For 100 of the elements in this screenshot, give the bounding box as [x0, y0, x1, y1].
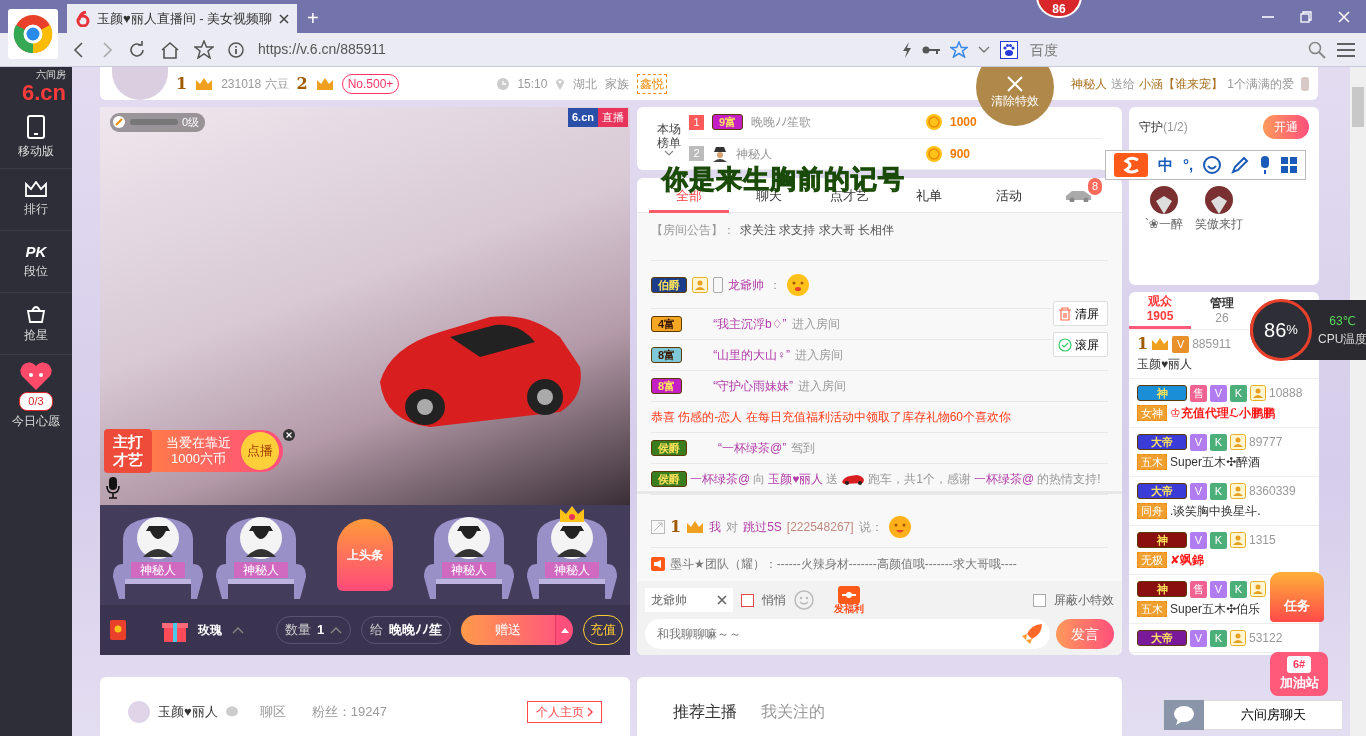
- open-guard-button[interactable]: 开通: [1263, 115, 1309, 139]
- welfare-packet-icon[interactable]: [838, 586, 860, 604]
- url-field[interactable]: https://v.6.cn/885911: [258, 39, 386, 60]
- promo-banner[interactable]: 当爱在靠近 1000六币 点播: [152, 430, 283, 472]
- checkbox[interactable]: [1033, 593, 1046, 607]
- home-icon[interactable]: [160, 40, 180, 59]
- action-text: 进入房间: [798, 378, 847, 395]
- message-field[interactable]: 和我聊聊嘛～～: [645, 619, 1050, 649]
- song-price: 1000六币: [170, 451, 227, 467]
- checkbox[interactable]: [741, 593, 754, 607]
- scrollbar-thumb[interactable]: [1352, 87, 1364, 127]
- paw-icon[interactable]: [1000, 40, 1018, 59]
- audience-tab[interactable]: 管理 26: [1191, 292, 1253, 329]
- family-tag[interactable]: 鑫悦: [637, 73, 668, 94]
- star-icon[interactable]: [950, 41, 968, 58]
- seat-name[interactable]: 神秘人: [130, 562, 185, 578]
- recommend-tab[interactable]: 我关注的: [753, 700, 833, 724]
- user-name[interactable]: Super五木✣伯乐: [1170, 600, 1261, 618]
- user-name[interactable]: 一杯绿茶@: [974, 470, 1035, 488]
- user-name[interactable]: 玉颜♥丽人: [768, 470, 824, 488]
- task-button[interactable]: 任务: [1270, 572, 1324, 622]
- user-name[interactable]: .谈笑胸中换星斗.: [1170, 502, 1261, 520]
- car-icon[interactable]: [1064, 188, 1094, 202]
- clear-screen-button[interactable]: 清屏: [1053, 301, 1108, 326]
- scroll-lock-button[interactable]: 滚屏: [1053, 332, 1108, 357]
- headline-button[interactable]: 上头条: [337, 519, 393, 591]
- site-logo[interactable]: 6.cn: [21, 82, 66, 104]
- receiver-name[interactable]: 小涵【谁来宠】: [1139, 74, 1224, 93]
- user-name[interactable]: “我主沉浮b♢”: [713, 315, 787, 333]
- streamer-name[interactable]: 玉颜♥丽人: [158, 702, 218, 722]
- seat-name[interactable]: 神秘人: [545, 562, 600, 578]
- send-message-button[interactable]: 发言: [1056, 619, 1114, 649]
- menu-icon[interactable]: [1336, 41, 1356, 58]
- back-icon[interactable]: [72, 41, 86, 58]
- whisper-label[interactable]: 悄悄: [762, 591, 786, 609]
- user-name[interactable]: “山里的大山♀”: [713, 346, 791, 364]
- guard-name[interactable]: 笑傲来打: [1195, 215, 1244, 233]
- welfare-link[interactable]: 发福利: [834, 604, 864, 614]
- lightning-icon[interactable]: [902, 41, 912, 58]
- browser-logo-icon[interactable]: [8, 9, 58, 59]
- caret-up-icon[interactable]: [232, 626, 244, 634]
- chat-button[interactable]: 六间房聊天: [1163, 700, 1343, 730]
- colon: ：: [769, 276, 781, 294]
- ranking-title[interactable]: 本场榜单: [657, 121, 681, 150]
- recommend-tab[interactable]: 推荐主播: [665, 700, 745, 724]
- reload-icon[interactable]: [128, 40, 146, 59]
- chat-zone-link[interactable]: 聊区: [259, 702, 286, 722]
- search-icon[interactable]: [1308, 40, 1326, 59]
- close-icon[interactable]: [283, 429, 295, 441]
- user-name[interactable]: 一杯绿茶@: [690, 470, 751, 488]
- chevron-down-icon[interactable]: [664, 149, 674, 156]
- user-name[interactable]: Super五木✣醉酒: [1170, 453, 1261, 471]
- star-icon[interactable]: [194, 40, 214, 59]
- homepage-button[interactable]: 个人主页: [527, 701, 602, 723]
- pen-icon: [1231, 156, 1250, 174]
- request-button[interactable]: 点播: [241, 432, 279, 470]
- user-badge: K: [1210, 433, 1227, 451]
- user-name[interactable]: 跳过5S: [743, 517, 782, 536]
- send-options-button[interactable]: [555, 615, 574, 645]
- chevron-down-icon[interactable]: [978, 45, 990, 54]
- user-name[interactable]: ♔充值代理ℒ小鹏鹏: [1170, 404, 1276, 422]
- caret-up-icon[interactable]: [330, 626, 343, 634]
- cpu-widget[interactable]: 86% 63℃ CPU温度: [1250, 300, 1366, 360]
- guard-avatar-icon[interactable]: [1204, 185, 1235, 215]
- input-method-menu[interactable]: 中 °,: [1105, 150, 1307, 180]
- streamer-level-icon: [112, 115, 126, 130]
- seat-name[interactable]: 神秘人: [441, 562, 496, 578]
- brand-logo: 6.cn: [568, 108, 598, 127]
- close-icon[interactable]: [279, 13, 289, 24]
- rank-badge: 大帝: [1137, 630, 1187, 646]
- wish-label[interactable]: 今日心愿: [12, 411, 60, 430]
- new-tab-button[interactable]: +: [307, 4, 319, 33]
- user-name[interactable]: “一杯绿茶@”: [718, 439, 787, 457]
- ranker-name[interactable]: 晚晚ﾉﾉ笙歌: [751, 113, 812, 132]
- chat-tab[interactable]: 活动: [969, 178, 1049, 213]
- search-field[interactable]: 百度: [1028, 37, 1298, 62]
- sender-name[interactable]: 神秘人: [1071, 74, 1108, 93]
- gift-name[interactable]: 玫瑰: [198, 621, 222, 639]
- heart-icon[interactable]: [19, 361, 53, 391]
- audience-tab[interactable]: 观众 1905: [1129, 292, 1191, 329]
- key-icon[interactable]: [922, 44, 940, 55]
- user-name[interactable]: ✘飒錦: [1170, 551, 1205, 569]
- clear-icon[interactable]: [717, 595, 727, 605]
- fuel-station-button[interactable]: 6# 加油站: [1270, 652, 1328, 696]
- user-name[interactable]: “守护心雨妹妹”: [713, 377, 794, 395]
- user-name[interactable]: 龙爺帅: [728, 275, 764, 294]
- reply-target-field[interactable]: 龙爺帅: [645, 588, 733, 612]
- family-label: 家族: [605, 75, 630, 93]
- rocket-icon[interactable]: [1020, 622, 1044, 646]
- ranker-name[interactable]: 神秘人: [736, 144, 772, 163]
- rank-badge: 神: [1137, 532, 1187, 548]
- restore-icon[interactable]: [1300, 10, 1312, 23]
- seat-name[interactable]: 神秘人: [234, 562, 289, 578]
- block-effects-label[interactable]: 屏蔽小特效: [1054, 591, 1114, 609]
- user-name[interactable]: 玉颜♥丽人: [1137, 355, 1193, 373]
- guard-name[interactable]: `❀一醉: [1145, 215, 1184, 233]
- microphone-icon[interactable]: [106, 477, 120, 499]
- guard-avatar-icon[interactable]: [1149, 185, 1180, 215]
- envelope-icon[interactable]: [110, 620, 126, 640]
- send-gift-button[interactable]: 赠送: [461, 615, 556, 645]
